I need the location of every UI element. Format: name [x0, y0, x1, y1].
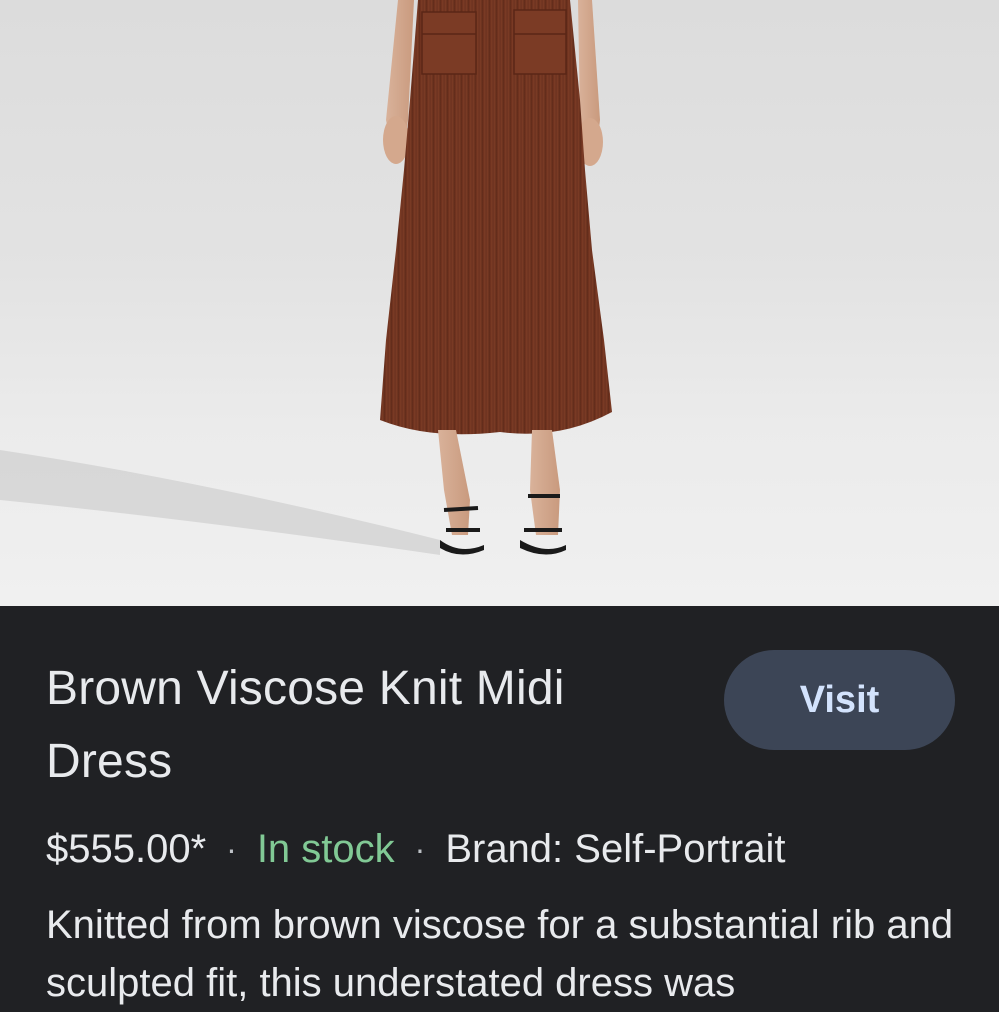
separator-dot: ·: [414, 830, 426, 867]
product-image[interactable]: [0, 0, 999, 606]
product-title[interactable]: Brown Viscose Knit Midi Dress: [46, 652, 686, 798]
dress-photo-illustration: [0, 0, 612, 555]
brand: Brand: Self-Portrait: [445, 826, 786, 871]
stock-status: In stock: [256, 826, 395, 871]
product-meta-row: $555.00* · In stock · Brand: Self-Portra…: [46, 822, 785, 876]
visit-button[interactable]: Visit: [724, 650, 955, 750]
product-description: Knitted from brown viscose for a substan…: [46, 903, 954, 1005]
price: $555.00*: [46, 826, 207, 871]
separator-dot: ·: [226, 830, 237, 867]
